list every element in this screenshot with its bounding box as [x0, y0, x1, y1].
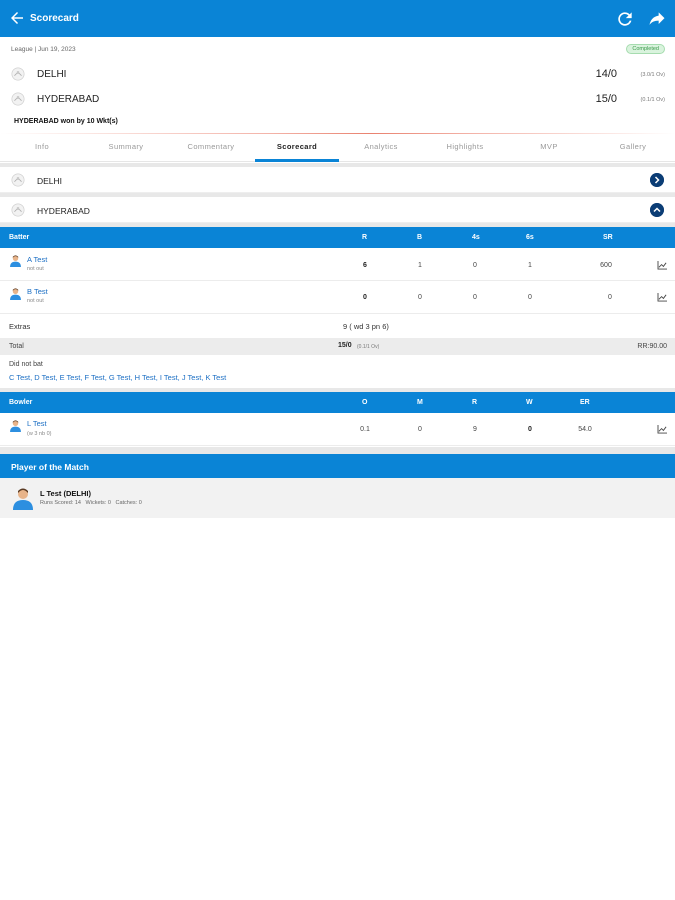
total-label: Total — [9, 343, 24, 350]
col-strike-rate: SR — [603, 234, 613, 241]
potm-name: L Test (DELHI) — [40, 489, 91, 498]
tab-commentary[interactable]: Commentary — [169, 134, 253, 162]
bowler-runs: 9 — [473, 426, 477, 433]
team-logo-icon — [11, 67, 25, 81]
chevron-right-icon[interactable] — [650, 173, 664, 187]
bowler-overs: 0.1 — [360, 426, 370, 433]
col-bowler: Bowler — [9, 399, 33, 406]
potm-stats: Runs Scored: 14 Wickets: 0 Catches: 0 — [40, 500, 142, 506]
did-not-bat-list[interactable]: C Test, D Test, E Test, F Test, G Test, … — [9, 373, 226, 382]
tab-info[interactable]: Info — [0, 134, 84, 162]
match-summary: League | Jun 19, 2023 Completed DELHI 14… — [0, 37, 675, 135]
col-sixes: 6s — [526, 234, 534, 241]
tab-gallery[interactable]: Gallery — [591, 134, 675, 162]
tab-analytics[interactable]: Analytics — [339, 134, 423, 162]
col-maidens: M — [417, 399, 423, 406]
innings-toggle-hyderabad[interactable]: HYDERABAD — [0, 197, 675, 223]
col-overs: O — [362, 399, 368, 406]
innings-team-name: DELHI — [37, 176, 63, 186]
player-avatar-icon — [9, 287, 22, 300]
bowler-maidens: 0 — [418, 426, 422, 433]
team-name: DELHI — [37, 69, 67, 80]
team-overs: (0.1/1 Ov) — [640, 97, 665, 103]
team-name: HYDERABAD — [37, 94, 100, 105]
col-runs: R — [472, 399, 478, 406]
team-row-1: DELHI 14/0 (3.0/1 Ov) — [11, 66, 665, 84]
bowler-economy: 54.0 — [578, 426, 592, 433]
graph-icon[interactable] — [657, 293, 668, 302]
batter-name[interactable]: A Test — [27, 255, 47, 264]
col-wickets: W — [526, 399, 533, 406]
table-row: B Test not out 0 0 0 0 0 — [0, 281, 675, 314]
did-not-bat-row: Did not bat C Test, D Test, E Test, F Te… — [0, 356, 675, 387]
batter-name[interactable]: B Test — [27, 287, 48, 296]
refresh-icon[interactable] — [615, 9, 635, 29]
match-result: HYDERABAD won by 10 Wkt(s) — [14, 118, 118, 125]
app-bar: Scorecard — [0, 0, 675, 37]
player-avatar-icon — [9, 419, 22, 432]
share-icon[interactable] — [647, 9, 667, 29]
player-of-the-match-card[interactable]: L Test (DELHI) Runs Scored: 14 Wickets: … — [0, 478, 675, 518]
col-runs: R — [362, 234, 368, 241]
player-avatar-icon — [11, 486, 35, 510]
team-overs: (3.0/1 Ov) — [640, 72, 665, 78]
total-overs: (0.1/1 Ov) — [357, 344, 380, 350]
run-rate: RR:90.00 — [637, 343, 667, 350]
bowler-name[interactable]: L Test — [27, 419, 47, 428]
batter-fours: 0 — [473, 262, 477, 269]
total-value: 15/0 — [338, 342, 352, 349]
player-of-the-match-header: Player of the Match — [0, 454, 675, 478]
total-row: Total 15/0 (0.1/1 Ov) RR:90.00 — [0, 338, 675, 355]
batter-runs: 6 — [363, 262, 367, 269]
team-logo-icon — [11, 173, 25, 187]
batter-status: not out — [27, 266, 44, 272]
batter-sixes: 1 — [528, 262, 532, 269]
batter-runs: 0 — [363, 294, 367, 301]
team-row-2: HYDERABAD 15/0 (0.1/1 Ov) — [11, 91, 665, 109]
innings-team-name: HYDERABAD — [37, 206, 90, 216]
extras-row: Extras 9 ( wd 3 pn 6) — [0, 315, 675, 337]
extras-value: 9 ( wd 3 pn 6) — [343, 322, 389, 331]
batter-balls: 0 — [418, 294, 422, 301]
bowler-wickets: 0 — [528, 426, 532, 433]
status-badge: Completed — [626, 44, 665, 54]
extras-label: Extras — [9, 322, 31, 331]
tab-mvp[interactable]: MVP — [507, 134, 591, 162]
batter-strike-rate: 0 — [608, 294, 612, 301]
batting-header: Batter R B 4s 6s SR — [0, 227, 675, 248]
team-score: 15/0 — [595, 93, 617, 105]
col-balls: B — [417, 234, 423, 241]
batter-fours: 0 — [473, 294, 477, 301]
team-logo-icon — [11, 203, 25, 217]
batter-status: not out — [27, 298, 44, 304]
match-meta: League | Jun 19, 2023 — [11, 46, 76, 53]
team-score: 14/0 — [595, 68, 617, 80]
tab-scorecard[interactable]: Scorecard — [255, 134, 339, 162]
graph-icon[interactable] — [657, 425, 668, 434]
col-batter: Batter — [9, 234, 30, 241]
table-row: A Test not out 6 1 0 1 600 — [0, 248, 675, 281]
batter-balls: 1 — [418, 262, 422, 269]
section-gap — [0, 447, 675, 454]
graph-icon[interactable] — [657, 261, 668, 270]
col-fours: 4s — [472, 234, 480, 241]
page-title: Scorecard — [30, 13, 79, 24]
back-arrow-icon[interactable] — [8, 9, 26, 27]
table-row: L Test (w 3 nb 0) 0.1 0 9 0 54.0 — [0, 413, 675, 446]
batter-sixes: 0 — [528, 294, 532, 301]
tab-summary[interactable]: Summary — [84, 134, 168, 162]
chevron-up-icon[interactable] — [650, 203, 664, 217]
tab-highlights[interactable]: Highlights — [423, 134, 507, 162]
tab-bar: Info Summary Commentary Scorecard Analyt… — [0, 134, 675, 162]
bowling-header: Bowler O M R W ER — [0, 392, 675, 413]
player-avatar-icon — [9, 254, 22, 267]
bowler-detail: (w 3 nb 0) — [27, 431, 52, 437]
innings-toggle-delhi[interactable]: DELHI — [0, 167, 675, 193]
potm-title: Player of the Match — [11, 462, 89, 472]
team-logo-icon — [11, 92, 25, 106]
col-economy: ER — [580, 399, 590, 406]
did-not-bat-label: Did not bat — [9, 361, 43, 368]
batter-strike-rate: 600 — [600, 262, 612, 269]
